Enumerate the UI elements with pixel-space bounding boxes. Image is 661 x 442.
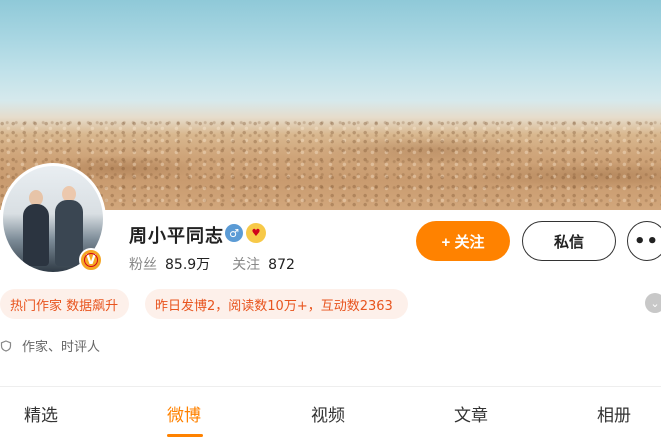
male-icon: ♂ <box>225 224 243 242</box>
avatar-figure-1 <box>23 204 49 266</box>
chevron-down-icon[interactable]: ⌄ <box>645 293 661 313</box>
shield-icon <box>0 339 12 352</box>
fan-emoji-icon[interactable]: ♥ <box>246 223 266 243</box>
active-tab-indicator <box>167 434 203 437</box>
tab-video[interactable]: 视频 <box>311 401 345 426</box>
tab-articles[interactable]: 文章 <box>454 401 488 426</box>
tab-featured[interactable]: 精选 <box>24 401 58 426</box>
v-verified-icon: V <box>79 248 103 272</box>
profile-description: 作家、时评人 <box>0 336 100 355</box>
tab-weibo[interactable]: 微博 <box>167 401 201 426</box>
message-button[interactable]: 私信 <box>522 221 616 261</box>
profile-tabs: 精选 微博 视频 文章 相册 <box>0 387 661 442</box>
more-button[interactable]: ••• <box>627 221 661 261</box>
cover-image <box>0 0 661 210</box>
following-label: 关注 <box>232 257 261 273</box>
fans-count[interactable]: 85.9万 <box>165 257 210 273</box>
description-text: 作家、时评人 <box>22 340 101 355</box>
tab-album[interactable]: 相册 <box>597 401 631 426</box>
hot-writer-tag[interactable]: 热门作家 数据飙升 <box>0 289 129 319</box>
fans-label: 粉丝 <box>129 257 157 273</box>
follow-button[interactable]: + 关注 <box>416 221 510 261</box>
following-count[interactable]: 872 <box>268 257 295 273</box>
profile-stats: 粉丝 85.9万 关注 872 <box>129 254 317 274</box>
profile-name: 周小平同志 <box>129 226 224 247</box>
daily-stats-tag[interactable]: 昨日发博2，阅读数10万+，互动数2363 <box>145 289 408 319</box>
